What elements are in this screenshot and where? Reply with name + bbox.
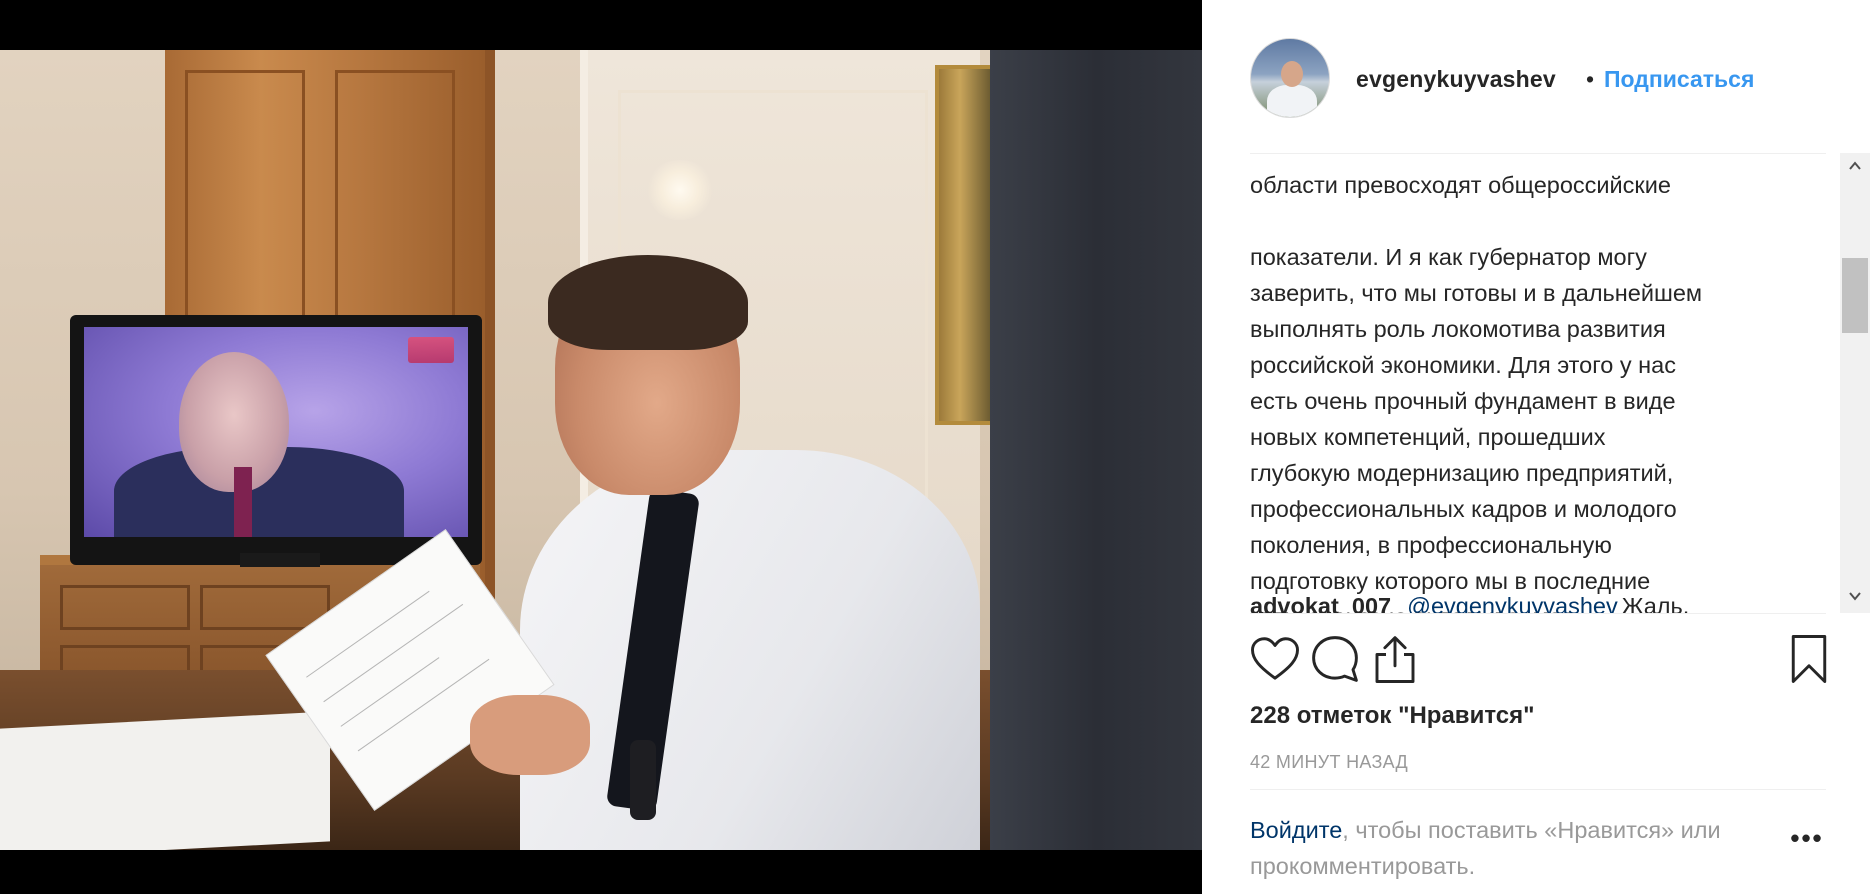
post-caption: области превосходят общероссийские показ… [1250,153,1810,613]
comment-mention[interactable]: @evgenykuyvashev [1407,593,1618,613]
comment-bubble-icon[interactable] [1308,632,1362,686]
photo-painting [935,65,995,425]
post-photo-pane [0,0,1202,894]
comments-scroll-area[interactable]: области превосходят общероссийские показ… [1250,153,1814,613]
avatar[interactable] [1250,38,1330,118]
photo-watch [630,740,656,820]
login-link[interactable]: Войдите [1250,817,1342,843]
post-header: evgenykuyvashev • Подписаться [1202,0,1872,153]
follow-button[interactable]: Подписаться [1604,66,1754,93]
comment-username[interactable]: advokat_007 [1250,593,1391,613]
comment-item: advokat_007 @evgenykuyvashev Жаль, [1250,588,1810,613]
heart-icon[interactable] [1248,632,1302,686]
likes-count[interactable]: 228 отметок "Нравится" [1250,702,1534,730]
photo-lamp [645,160,715,220]
chevron-up-icon[interactable] [1840,153,1870,183]
photo-man-shirt [520,450,980,850]
comments-scrollbar[interactable] [1840,153,1870,613]
photo-tv [70,315,482,567]
comment-text: Жаль, [1621,593,1690,613]
caption-partial-line: области превосходят общероссийские [1250,172,1671,198]
photo-dark-foreground [990,50,1202,850]
scrollbar-thumb[interactable] [1842,258,1868,333]
bottom-divider [1250,789,1826,790]
post-timestamp[interactable]: 42 МИНУТ НАЗАД [1250,752,1408,773]
tv-screen [84,327,468,537]
actions-divider [1250,613,1826,614]
share-icon[interactable] [1368,632,1422,686]
login-prompt: Войдите, чтобы поставить «Нравится» или … [1250,812,1770,884]
separator-dot: • [1586,66,1595,92]
post-sidebar: evgenykuyvashev • Подписаться области пр… [1202,0,1872,894]
chevron-down-icon[interactable] [1840,583,1870,613]
username-link[interactable]: evgenykuyvashev [1356,66,1556,93]
caption-text: показатели. И я как губернатор могу заве… [1250,244,1703,613]
more-options-button[interactable]: ••• [1782,825,1832,858]
bookmark-icon[interactable] [1782,632,1836,686]
post-photo[interactable] [0,50,1202,850]
